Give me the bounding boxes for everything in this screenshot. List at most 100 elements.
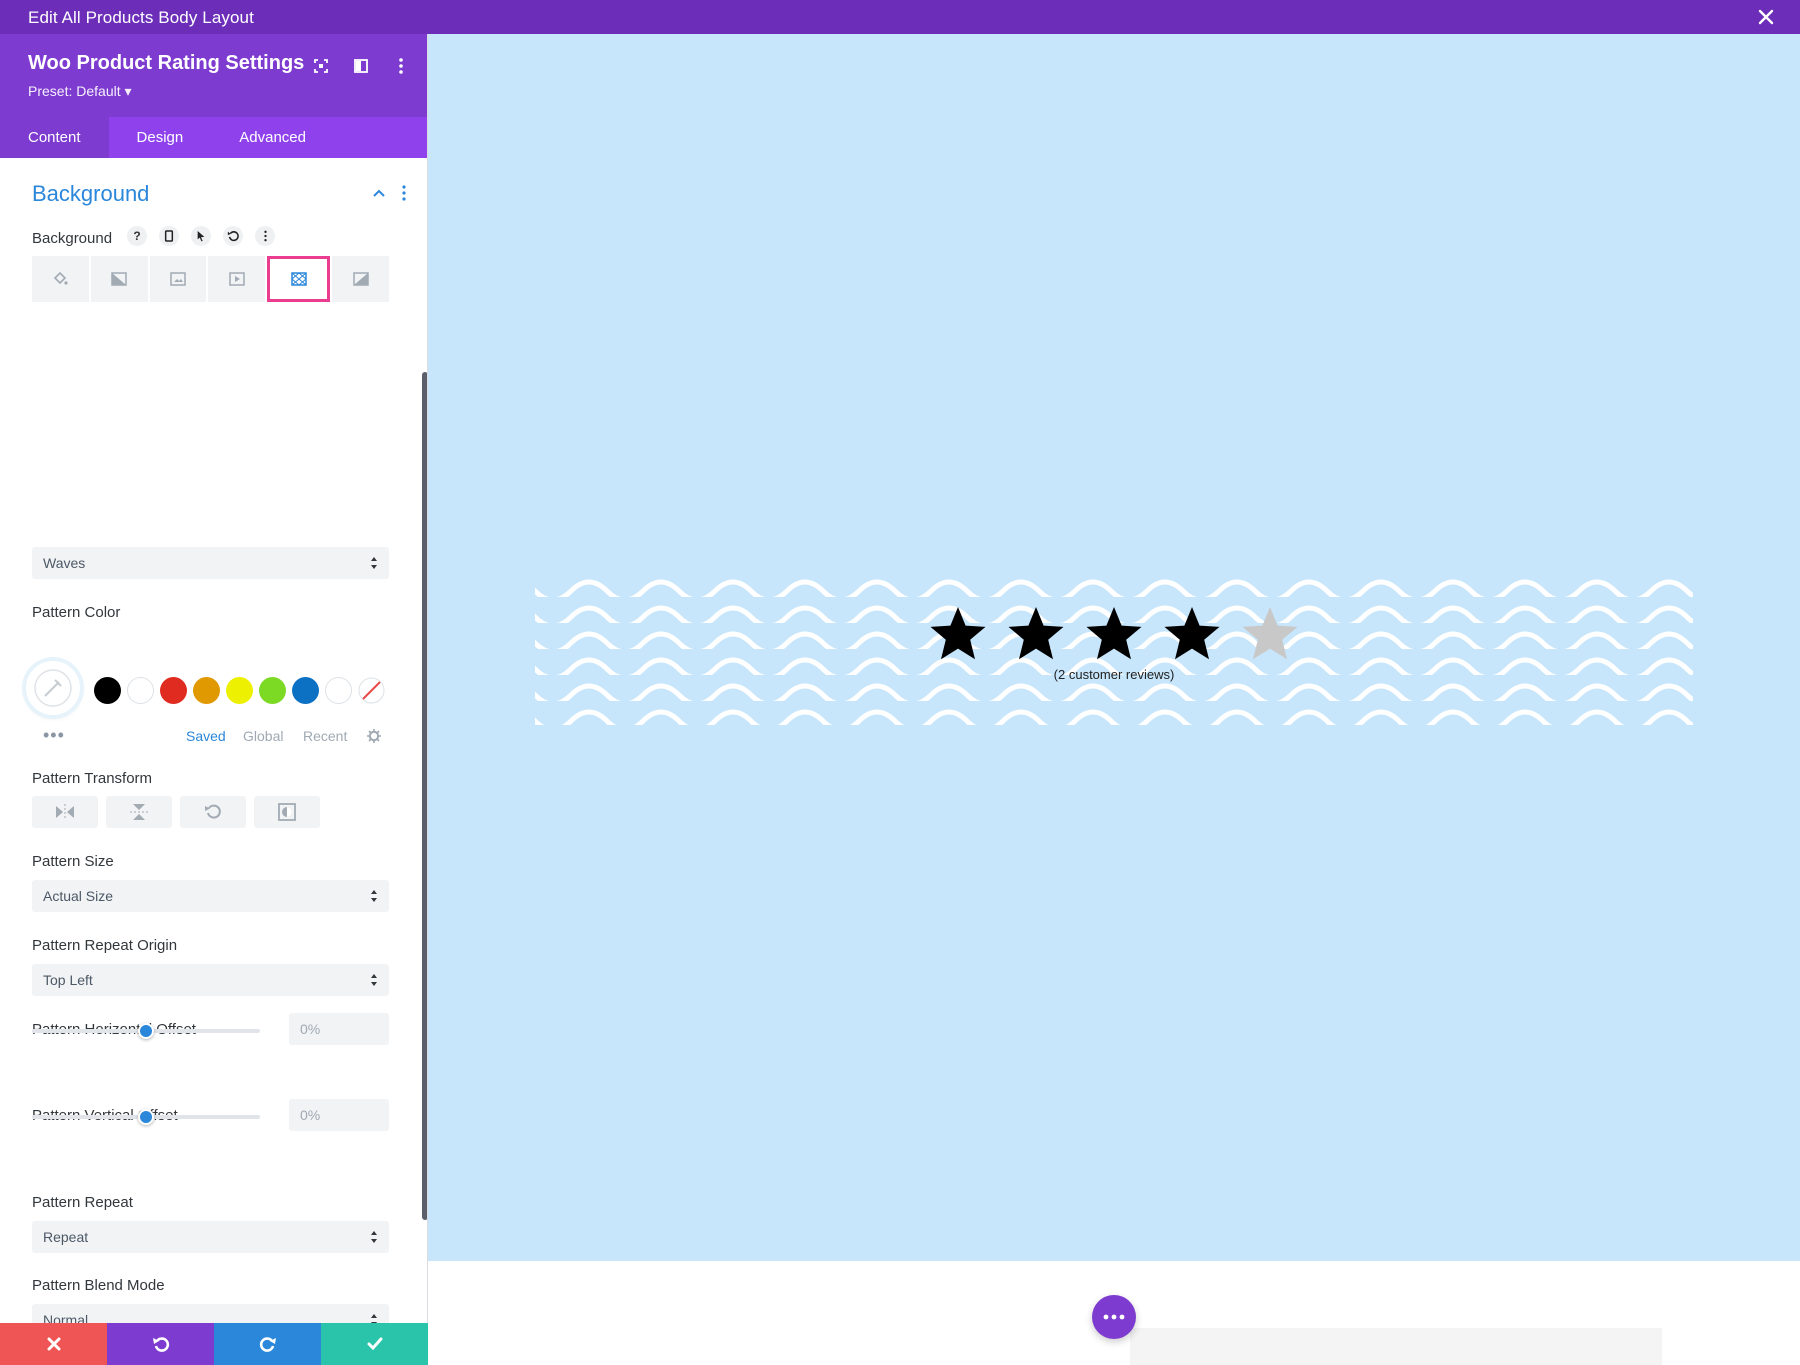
undo-icon xyxy=(152,1337,169,1352)
help-icon[interactable]: ? xyxy=(127,226,147,246)
tab-design[interactable]: Design xyxy=(109,117,212,158)
undo-button[interactable] xyxy=(107,1323,214,1365)
swatch-tab-saved[interactable]: Saved xyxy=(186,728,226,744)
settings-tabs: Content Design Advanced xyxy=(0,117,427,158)
swatch-tab-global[interactable]: Global xyxy=(243,728,283,744)
pattern-transform-label: Pattern Transform xyxy=(32,770,153,787)
responsive-icon[interactable] xyxy=(159,226,179,246)
gradient-icon xyxy=(111,272,127,286)
swatch-orange[interactable] xyxy=(193,677,220,704)
star-rating xyxy=(535,604,1693,664)
tab-advanced[interactable]: Advanced xyxy=(211,117,334,158)
h-offset-slider[interactable] xyxy=(32,1023,260,1039)
background-video-tab[interactable] xyxy=(208,256,266,302)
pattern-repeat-origin-label: Pattern Repeat Origin xyxy=(32,937,178,954)
checkmark-icon xyxy=(367,1337,382,1351)
swatch-red[interactable] xyxy=(160,677,187,704)
swatch-white-2[interactable] xyxy=(325,677,352,704)
pattern-style-select[interactable]: Waves xyxy=(32,547,389,579)
preview-canvas: (2 customer reviews) xyxy=(428,34,1800,1261)
swatch-black[interactable] xyxy=(94,677,121,704)
redo-icon xyxy=(259,1337,276,1352)
gear-icon[interactable] xyxy=(366,728,382,744)
v-offset-slider[interactable] xyxy=(32,1109,260,1125)
chevron-up-icon[interactable] xyxy=(372,186,386,200)
background-label: Background xyxy=(32,230,113,247)
add-section-button[interactable] xyxy=(1092,1295,1136,1339)
pattern-size-label: Pattern Size xyxy=(32,853,114,870)
flip-horizontal-button[interactable] xyxy=(32,796,98,828)
builder-top-bar: Edit All Products Body Layout xyxy=(0,0,1800,34)
swatch-white[interactable] xyxy=(127,677,154,704)
section-menu-icon[interactable] xyxy=(398,184,410,202)
pattern-color-label: Pattern Color xyxy=(32,604,121,621)
pattern-repeat-select[interactable]: Repeat xyxy=(32,1221,389,1253)
flip-vertical-button[interactable] xyxy=(106,796,172,828)
expand-icon[interactable] xyxy=(310,55,332,77)
product-rating-module[interactable]: (2 customer reviews) xyxy=(535,571,1693,725)
flip-horizontal-icon xyxy=(56,804,74,820)
swatch-blue[interactable] xyxy=(292,677,319,704)
panel-footer xyxy=(0,1323,428,1365)
v-offset-slider-knob[interactable] xyxy=(138,1109,154,1125)
background-type-tabs xyxy=(32,256,389,302)
background-mask-tab[interactable] xyxy=(332,256,389,302)
rotate-icon xyxy=(205,804,221,819)
pattern-size-value: Actual Size xyxy=(43,888,114,904)
more-horizontal-icon xyxy=(1103,1314,1125,1320)
pattern-size-select[interactable]: Actual Size xyxy=(32,880,389,912)
swatch-tab-recent[interactable]: Recent xyxy=(303,728,347,744)
panel-title: Woo Product Rating Settings xyxy=(28,52,305,74)
v-offset-input[interactable] xyxy=(289,1099,389,1131)
background-gradient-tab[interactable] xyxy=(90,256,148,302)
pattern-repeat-origin-value: Top Left xyxy=(43,972,93,988)
star-filled-icon xyxy=(1086,607,1142,660)
swatch-yellow[interactable] xyxy=(226,677,253,704)
background-image-tab[interactable] xyxy=(149,256,207,302)
rotate-button[interactable] xyxy=(180,796,246,828)
star-filled-icon xyxy=(1008,607,1064,660)
hover-cursor-icon[interactable] xyxy=(191,226,211,246)
more-colors-icon[interactable]: ••• xyxy=(43,725,65,746)
invert-button[interactable] xyxy=(254,796,320,828)
paint-bucket-icon xyxy=(54,271,69,285)
video-icon xyxy=(229,272,245,286)
h-offset-input[interactable] xyxy=(289,1013,389,1045)
select-arrows-icon xyxy=(371,890,377,902)
discard-button[interactable] xyxy=(0,1323,107,1365)
color-picker-button[interactable] xyxy=(26,661,80,715)
reset-icon[interactable] xyxy=(223,226,243,246)
image-icon xyxy=(170,272,186,286)
flip-vertical-icon xyxy=(130,804,148,820)
select-arrows-icon xyxy=(371,557,377,569)
section-title-background[interactable]: Background xyxy=(32,181,149,207)
pattern-style-value: Waves xyxy=(43,555,86,571)
blend-mode-label: Pattern Blend Mode xyxy=(32,1277,165,1294)
background-pattern-tab[interactable] xyxy=(267,256,331,302)
tab-content[interactable]: Content xyxy=(0,117,109,158)
pattern-repeat-label: Pattern Repeat xyxy=(32,1194,133,1211)
close-icon[interactable] xyxy=(1754,5,1778,29)
redo-button[interactable] xyxy=(214,1323,321,1365)
background-color-tab[interactable] xyxy=(32,256,89,302)
pattern-repeat-origin-select[interactable]: Top Left xyxy=(32,964,389,996)
mask-icon xyxy=(352,272,369,286)
swatch-none-icon[interactable] xyxy=(358,677,385,704)
pattern-repeat-value: Repeat xyxy=(43,1229,89,1245)
close-icon xyxy=(47,1337,60,1351)
preset-dropdown[interactable]: Preset: Default ▾ xyxy=(28,83,132,100)
save-button[interactable] xyxy=(321,1323,428,1365)
pattern-icon xyxy=(290,272,307,286)
color-swatches xyxy=(26,661,396,717)
customer-reviews-link[interactable]: (2 customer reviews) xyxy=(535,667,1693,682)
star-filled-icon xyxy=(1164,607,1220,660)
h-offset-slider-knob[interactable] xyxy=(138,1023,154,1039)
invert-icon xyxy=(278,803,296,821)
sidebar-layout-icon[interactable] xyxy=(350,55,372,77)
panel-header: Woo Product Rating Settings Preset: Defa… xyxy=(0,34,427,117)
more-options-icon[interactable] xyxy=(390,55,412,77)
eyedropper-icon xyxy=(34,669,72,707)
placeholder-block xyxy=(1130,1328,1662,1365)
swatch-green[interactable] xyxy=(259,677,286,704)
options-menu-icon[interactable] xyxy=(255,226,275,246)
